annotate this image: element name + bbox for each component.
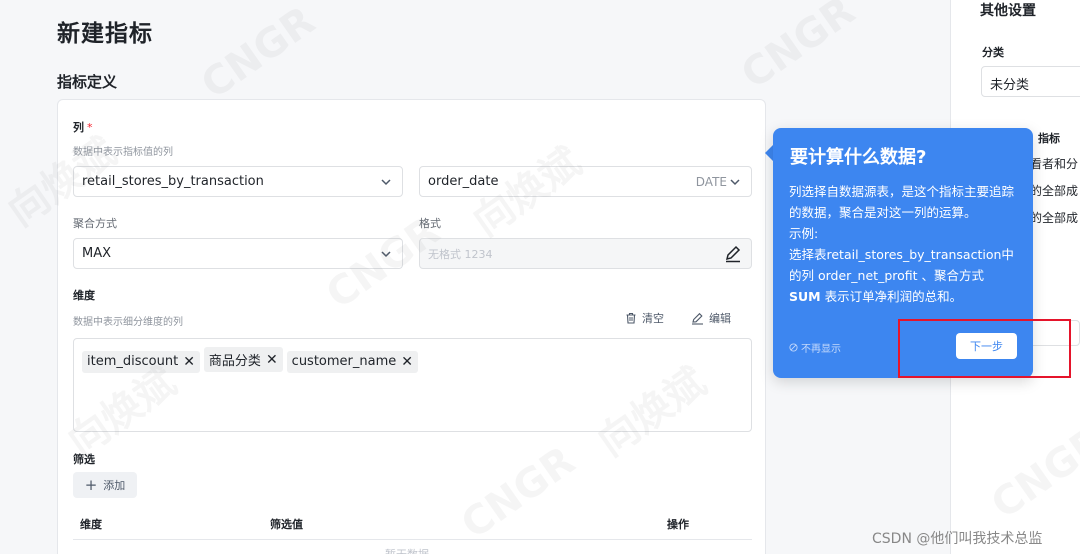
- format-placeholder: 无格式 1234: [428, 247, 493, 261]
- filter-col-action: 操作: [667, 518, 689, 531]
- column-table-select[interactable]: retail_stores_by_transaction: [73, 166, 403, 197]
- aggregation-select[interactable]: MAX: [73, 238, 403, 269]
- popover-body-line: 示例:: [789, 226, 819, 241]
- dimension-tag: 商品分类 ✕: [203, 347, 283, 372]
- dimensions-hint: 数据中表示细分维度的列: [73, 317, 183, 328]
- dimension-tag: item_discount ✕: [82, 350, 200, 373]
- aggregation-label: 聚合方式: [73, 217, 117, 230]
- popover-body-text: 选择表retail_stores_by_transaction中的列 order…: [789, 247, 1014, 283]
- dimension-tag-label: 商品分类: [208, 354, 261, 369]
- watermark: CNGR: [193, 0, 324, 109]
- popover-body-line: 列选择自数据源表，是这个指标主要追踪的数据，聚合是对这一列的运算。: [789, 184, 1015, 220]
- pencil-icon: [692, 312, 703, 325]
- column-label-text: 列: [73, 121, 84, 134]
- highlight-box: [898, 319, 1071, 378]
- edit-button[interactable]: 编辑: [691, 310, 731, 326]
- chevron-down-icon: [381, 179, 391, 186]
- chevron-down-icon: [381, 251, 391, 258]
- close-icon[interactable]: ✕: [401, 354, 413, 370]
- side-fragment: 的全部成: [1030, 211, 1079, 225]
- ban-icon: [789, 343, 798, 352]
- filter-col-dimension: 维度: [80, 518, 102, 531]
- footer-credit: CSDN @他们叫我技术总监: [872, 531, 1043, 547]
- watermark: CNGR: [733, 0, 864, 99]
- close-icon[interactable]: ✕: [183, 354, 195, 370]
- column-date-value: order_date: [428, 174, 499, 189]
- category-select[interactable]: 未分类: [981, 66, 1080, 97]
- popover-body-line: 选择表retail_stores_by_transaction中的列 order…: [789, 244, 1021, 286]
- column-hint: 数据中表示指标值的列: [73, 147, 173, 158]
- dimensions-tag-input[interactable]: item_discount ✕ 商品分类 ✕ customer_name ✕: [73, 338, 752, 432]
- dont-show-again[interactable]: 不再显示: [789, 340, 841, 355]
- other-settings-title: 其他设置: [980, 3, 1036, 19]
- trash-icon: [626, 312, 636, 324]
- section-title-definition: 指标定义: [57, 73, 118, 91]
- side-fragment: 看者和分: [1030, 157, 1079, 171]
- column-type-badge: DATE: [695, 175, 727, 189]
- table-header-divider: [73, 539, 752, 540]
- dimension-tag: customer_name ✕: [286, 350, 418, 373]
- format-label: 格式: [419, 217, 441, 230]
- page-title: 新建指标: [57, 21, 153, 47]
- chevron-down-icon: [730, 179, 740, 186]
- popover-sum: SUM: [789, 289, 821, 304]
- clear-button[interactable]: 清空: [625, 310, 664, 326]
- required-mark: *: [87, 121, 93, 134]
- plus-icon: +: [84, 476, 98, 494]
- column-date-select[interactable]: order_date DATE: [419, 166, 752, 197]
- format-field[interactable]: 无格式 1234: [419, 238, 752, 269]
- column-table-value: retail_stores_by_transaction: [82, 174, 264, 189]
- dimensions-label: 维度: [73, 289, 95, 302]
- side-fragment: 的全部成: [1030, 184, 1079, 198]
- filter-label: 筛选: [73, 453, 95, 466]
- dimension-tag-label: customer_name: [291, 354, 397, 369]
- dont-show-again-label: 不再显示: [801, 344, 841, 355]
- add-filter-label: 添加: [103, 479, 126, 492]
- popover-body: 列选择自数据源表，是这个指标主要追踪的数据，聚合是对这一列的运算。 示例: 选择…: [789, 181, 1021, 307]
- dimension-tag-label: item_discount: [87, 354, 179, 369]
- column-label: 列 *: [73, 119, 93, 135]
- filter-col-value: 筛选值: [270, 518, 303, 531]
- clear-label: 清空: [642, 312, 664, 325]
- popover-title: 要计算什么数据?: [790, 147, 927, 168]
- edit-label: 编辑: [709, 312, 731, 325]
- aggregation-value: MAX: [82, 246, 112, 261]
- pencil-icon[interactable]: [724, 245, 742, 263]
- add-filter-button[interactable]: + 添加: [73, 472, 137, 498]
- side-fragment: 指标: [1038, 132, 1060, 145]
- category-label: 分类: [982, 46, 1004, 59]
- popover-body-line: SUM 表示订单净利润的总和。: [789, 286, 1021, 307]
- popover-body-text: 表示订单净利润的总和。: [820, 289, 963, 304]
- close-icon[interactable]: ✕: [266, 352, 278, 368]
- filter-empty-text: 暂无数据: [385, 546, 429, 554]
